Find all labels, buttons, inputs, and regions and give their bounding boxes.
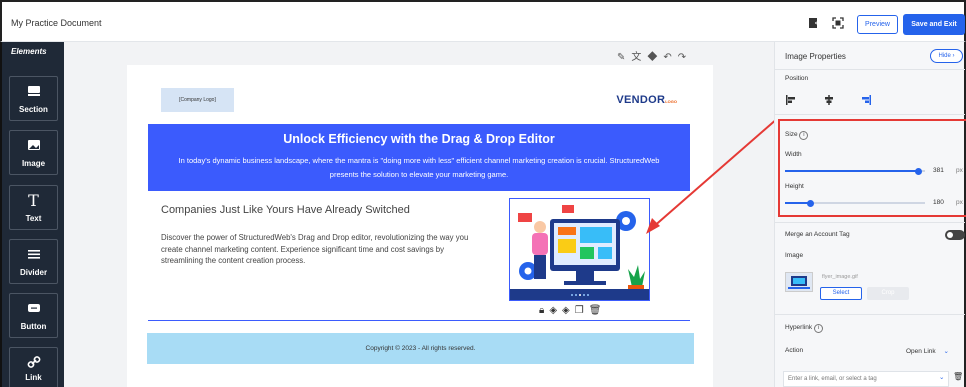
hero-banner[interactable]: Unlock Efficiency with the Drag & Drop E… <box>148 124 690 191</box>
tool-divider[interactable]: Divider <box>9 239 58 284</box>
link-icon <box>10 355 57 371</box>
divider-line[interactable] <box>148 320 690 321</box>
vendor-logo[interactable]: VENDORLOGO <box>616 94 677 106</box>
action-select[interactable]: Open Link ⌄ <box>906 347 949 355</box>
computer-illustration <box>510 199 649 300</box>
height-slider-handle[interactable] <box>806 199 814 207</box>
delete-icon[interactable]: 🗑︎ <box>953 372 963 381</box>
layer-up-icon[interactable]: ◈ <box>562 305 575 316</box>
lock-icon[interactable]: 🔒︎ <box>539 305 549 316</box>
position-label: Position <box>785 75 809 82</box>
eraser-icon[interactable]: ◆ <box>647 52 663 63</box>
hyperlink-label: Hyperlink i <box>785 324 823 333</box>
link-input[interactable]: Enter a link, email, or select a tag <box>783 371 949 387</box>
tool-label: Button <box>20 322 47 331</box>
image-properties-panel: Image Properties Hide › Position Size i … <box>774 42 966 387</box>
elements-sidebar: Elements Section Image T Text Divider Bu… <box>0 42 64 387</box>
separator <box>775 222 965 223</box>
preview-button[interactable]: Preview <box>857 15 898 34</box>
info-icon[interactable]: i <box>813 324 823 333</box>
body-paragraph[interactable]: Discover the power of StructuredWeb's Dr… <box>161 232 476 267</box>
tool-label: Link <box>25 373 42 382</box>
delete-icon[interactable]: 🗑︎ <box>589 305 607 316</box>
hide-panel-button[interactable]: Hide › <box>930 49 963 63</box>
height-value[interactable]: 180 <box>933 199 944 206</box>
footer-bar[interactable]: Copyright © 2023 - All rights reserved. <box>147 333 694 364</box>
export-icon[interactable] <box>808 17 820 29</box>
separator <box>775 69 965 70</box>
tool-image[interactable]: Image <box>9 130 58 175</box>
top-bar: My Practice Document Preview Save and Ex… <box>0 0 966 42</box>
image-label: Image <box>785 252 804 259</box>
align-center-icon[interactable] <box>824 95 834 105</box>
selected-image[interactable] <box>509 198 650 301</box>
separator <box>775 314 965 315</box>
tool-button[interactable]: Button <box>9 293 58 338</box>
redo-icon[interactable]: ↷ <box>678 52 692 63</box>
undo-icon[interactable]: ↶ <box>663 52 677 63</box>
hide-label: Hide <box>938 53 951 59</box>
width-label: Width <box>785 151 802 158</box>
align-left-icon[interactable] <box>786 95 796 105</box>
tool-link[interactable]: Link <box>9 347 58 387</box>
company-logo-placeholder[interactable]: [Company Logo] <box>161 88 234 112</box>
tool-text[interactable]: T Text <box>9 185 58 230</box>
canvas-toolbar: ✎文◆↶↷ <box>617 48 692 63</box>
annotation-arrow <box>646 117 779 234</box>
section-icon <box>10 84 57 100</box>
action-label: Action <box>785 347 804 354</box>
vendor-logo-text: VENDOR <box>616 94 666 106</box>
height-label: Height <box>785 183 804 190</box>
translate-icon[interactable]: 文 <box>631 52 647 63</box>
chevron-right-icon: › <box>952 53 955 59</box>
tool-section[interactable]: Section <box>9 76 58 121</box>
info-icon[interactable]: i <box>799 131 809 140</box>
width-unit: px <box>956 167 963 174</box>
chevron-down-icon: ⌄ <box>943 348 949 355</box>
divider-icon <box>10 247 57 263</box>
hero-title: Unlock Efficiency with the Drag & Drop E… <box>283 132 555 146</box>
image-filename: flyer_image.gif <box>822 274 858 280</box>
duplicate-icon[interactable]: ❐ <box>575 305 589 316</box>
tool-label: Section <box>19 105 48 114</box>
tool-label: Text <box>25 214 42 223</box>
layer-down-icon[interactable]: ◈ <box>549 305 562 316</box>
text-icon: T <box>28 191 39 210</box>
width-slider-fill <box>785 170 918 172</box>
chevron-down-icon[interactable]: ⌄ <box>939 373 944 381</box>
image-action-bar: 🔒︎◈◈❐🗑︎ <box>539 305 606 316</box>
section-heading[interactable]: Companies Just Like Yours Have Already S… <box>161 204 410 216</box>
height-unit: px <box>956 199 963 206</box>
size-label: Size i <box>785 131 809 140</box>
panel-title: Image Properties <box>785 52 846 61</box>
image-icon <box>10 138 57 154</box>
align-right-icon[interactable] <box>861 95 871 105</box>
image-thumbnail <box>785 272 813 292</box>
width-value[interactable]: 381 <box>933 167 944 174</box>
separator <box>775 114 965 115</box>
tool-label: Divider <box>19 268 48 277</box>
fullscreen-icon[interactable] <box>832 17 844 29</box>
button-icon <box>10 301 57 317</box>
select-image-button[interactable]: Select <box>820 287 862 300</box>
tool-label: Image <box>21 159 46 168</box>
save-and-exit-button[interactable]: Save and Exit <box>903 14 965 35</box>
vendor-logo-sub: LOGO <box>665 99 677 104</box>
merge-tag-label: Merge an Account Tag <box>785 231 850 238</box>
canvas-area: ✎文◆↶↷ [Company Logo] VENDORLOGO Unlock E… <box>64 42 779 387</box>
crop-image-button[interactable]: Crop <box>867 287 909 300</box>
hero-text: In today's dynamic business landscape, w… <box>178 156 660 179</box>
width-slider-handle[interactable] <box>914 167 922 175</box>
sidebar-title: Elements <box>11 47 47 56</box>
merge-tag-toggle[interactable] <box>945 230 965 240</box>
document-title: My Practice Document <box>11 18 102 28</box>
magic-wand-icon[interactable]: ✎ <box>617 52 631 63</box>
email-canvas: [Company Logo] VENDORLOGO Unlock Efficie… <box>127 65 713 387</box>
